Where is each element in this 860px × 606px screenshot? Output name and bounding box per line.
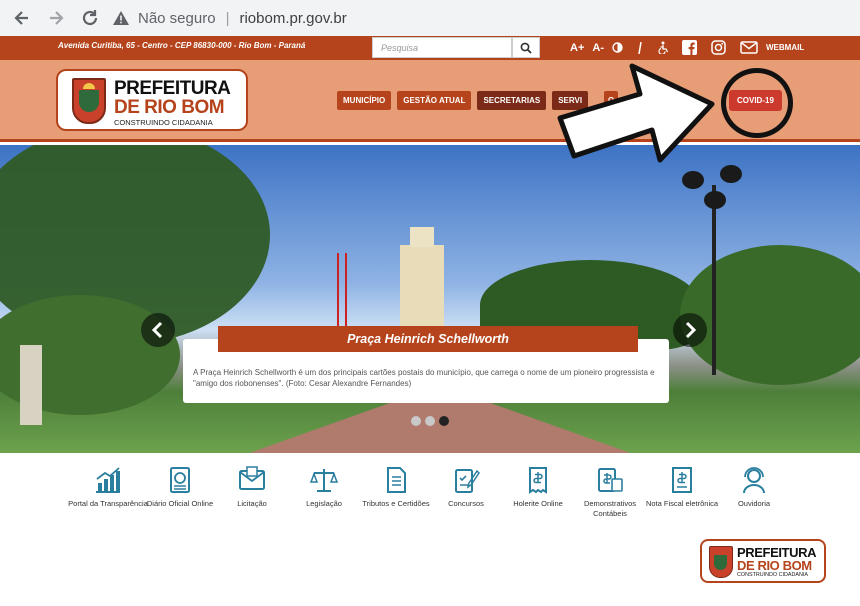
service-licitacao[interactable]: Licitação bbox=[212, 465, 292, 509]
slider-dot-3[interactable] bbox=[439, 416, 449, 426]
calculator-doc-icon bbox=[598, 468, 623, 492]
coat-of-arms-icon bbox=[709, 546, 733, 578]
menu-item-municipio[interactable]: MUNICÍPIO bbox=[337, 91, 392, 110]
slide-description: A Praça Heinrich Schellworth é um dos pr… bbox=[193, 368, 655, 388]
service-label: Legislação bbox=[306, 499, 342, 508]
lamp-post bbox=[712, 185, 716, 375]
site-header: PREFEITURA DE RIO BOM CONSTRUINDO CIDADA… bbox=[0, 60, 860, 142]
forward-button[interactable] bbox=[40, 2, 72, 34]
lamp-icon bbox=[704, 191, 726, 209]
service-label: Diário Oficial Online bbox=[146, 499, 214, 508]
menu-item-gestao-atual[interactable]: GESTÃO ATUAL bbox=[397, 91, 472, 110]
slider-dot-1[interactable] bbox=[411, 416, 421, 426]
lamp-icon bbox=[682, 171, 704, 189]
church-tower bbox=[400, 227, 444, 335]
service-label: Tributos e Certidões bbox=[362, 499, 430, 508]
font-increase-button[interactable]: A+ bbox=[570, 42, 584, 54]
reload-button[interactable] bbox=[74, 2, 106, 34]
slider-next-button[interactable] bbox=[673, 313, 707, 347]
city-address: Avenida Curitiba, 65 - Centro - CEP 8683… bbox=[58, 41, 306, 50]
browser-toolbar: Não seguro | riobom.pr.gov.br bbox=[0, 0, 860, 36]
reload-icon bbox=[82, 10, 98, 26]
document-icon bbox=[387, 467, 406, 493]
service-holerite[interactable]: Holerite Online bbox=[498, 465, 578, 509]
service-diario-oficial[interactable]: Diário Oficial Online bbox=[140, 465, 220, 509]
url-text: riobom.pr.gov.br bbox=[239, 9, 347, 27]
separator: | bbox=[225, 9, 230, 27]
prefeitura-logo[interactable]: PREFEITURA DE RIO BOM CONSTRUINDO CIDADA… bbox=[56, 69, 248, 131]
slide-title[interactable]: Praça Heinrich Schellworth bbox=[218, 326, 638, 352]
headset-user-icon bbox=[743, 467, 765, 494]
logo-line2: DE RIO BOM bbox=[114, 97, 225, 118]
scales-icon bbox=[309, 469, 339, 492]
back-button[interactable] bbox=[6, 2, 38, 34]
bar-chart-icon bbox=[96, 467, 120, 493]
tree-trunk bbox=[20, 345, 42, 425]
newspaper-icon bbox=[170, 467, 190, 493]
logo-tagline: CONSTRUINDO CIDADANIA bbox=[114, 118, 213, 127]
wheelchair-icon[interactable] bbox=[657, 41, 670, 54]
chevron-left-icon bbox=[151, 321, 163, 339]
service-label: Holerite Online bbox=[513, 499, 563, 508]
menu-item-servicos[interactable]: SERVI bbox=[552, 91, 589, 110]
coat-of-arms-icon bbox=[72, 78, 106, 124]
service-tributos[interactable]: Tributos e Certidões bbox=[356, 465, 436, 509]
slider-prev-button[interactable] bbox=[141, 313, 175, 347]
facebook-icon[interactable] bbox=[681, 40, 697, 55]
warning-icon bbox=[113, 11, 129, 25]
invoice-icon bbox=[672, 467, 692, 493]
webmail-link[interactable]: WEBMAIL bbox=[766, 43, 804, 52]
logo-tagline: CONSTRUINDO CIDADANIA bbox=[737, 572, 808, 578]
main-menu: MUNICÍPIO GESTÃO ATUAL SECRETARIAS SERVI bbox=[337, 91, 589, 110]
service-nota-fiscal[interactable]: Nota Fiscal eletrônica bbox=[642, 465, 722, 509]
menu-item-hidden[interactable]: O bbox=[604, 91, 619, 110]
security-status: Não seguro bbox=[138, 9, 216, 27]
service-label: Licitação bbox=[237, 499, 267, 508]
hero-banner: A Praça Heinrich Schellworth é um dos pr… bbox=[0, 145, 860, 453]
services-bar: Portal da Transparência Diário Oficial O… bbox=[68, 465, 790, 535]
service-label: Ouvidoria bbox=[737, 499, 771, 508]
service-concursos[interactable]: Concursos bbox=[426, 465, 506, 509]
mail-icon[interactable] bbox=[740, 41, 758, 54]
slider-dot-2[interactable] bbox=[425, 416, 435, 426]
service-label: Concursos bbox=[448, 499, 484, 508]
arrow-right-icon bbox=[50, 11, 64, 25]
service-label: Nota Fiscal eletrônica bbox=[645, 499, 719, 508]
highlight-circle bbox=[721, 68, 793, 138]
search-icon bbox=[520, 42, 532, 54]
plaza-path bbox=[230, 400, 650, 453]
slider-dots bbox=[411, 416, 449, 426]
menu-partial: O bbox=[604, 91, 619, 110]
top-info-bar: Avenida Curitiba, 65 - Centro - CEP 8683… bbox=[0, 36, 860, 60]
search-input[interactable]: Pesquisa bbox=[372, 37, 512, 58]
lamp-icon bbox=[720, 165, 742, 183]
address-bar[interactable]: Não seguro | riobom.pr.gov.br bbox=[112, 4, 852, 32]
service-demonstrativos[interactable]: Demonstrativos Contábeis bbox=[570, 465, 650, 519]
menu-item-secretarias[interactable]: SECRETARIAS bbox=[477, 91, 547, 110]
contrast-icon[interactable] bbox=[612, 42, 623, 53]
service-label: Demonstrativos Contábeis bbox=[583, 499, 637, 518]
receipt-icon bbox=[529, 467, 547, 494]
chevron-right-icon bbox=[685, 321, 697, 339]
footer-logo[interactable]: PREFEITURA DE RIO BOM CONSTRUINDO CIDADA… bbox=[700, 539, 826, 583]
logo-line2: DE RIO BOM bbox=[737, 558, 812, 573]
envelope-money-icon bbox=[239, 466, 265, 490]
font-decrease-button[interactable]: A- bbox=[592, 42, 604, 54]
service-legislacao[interactable]: Legislação bbox=[284, 465, 364, 509]
arrow-left-icon bbox=[14, 11, 28, 25]
instagram-icon[interactable] bbox=[711, 40, 726, 55]
clipboard-pencil-icon bbox=[455, 469, 480, 493]
accessibility-tools: A+ A- WEBMAIL bbox=[570, 40, 804, 55]
tree-right bbox=[680, 245, 860, 385]
service-label: Portal da Transparência bbox=[68, 499, 148, 508]
service-ouvidoria[interactable]: Ouvidoria bbox=[714, 465, 794, 509]
divider-icon bbox=[638, 41, 642, 54]
service-portal-transparencia[interactable]: Portal da Transparência bbox=[68, 465, 148, 509]
search-button[interactable] bbox=[512, 37, 540, 58]
radio-tower bbox=[337, 253, 347, 333]
